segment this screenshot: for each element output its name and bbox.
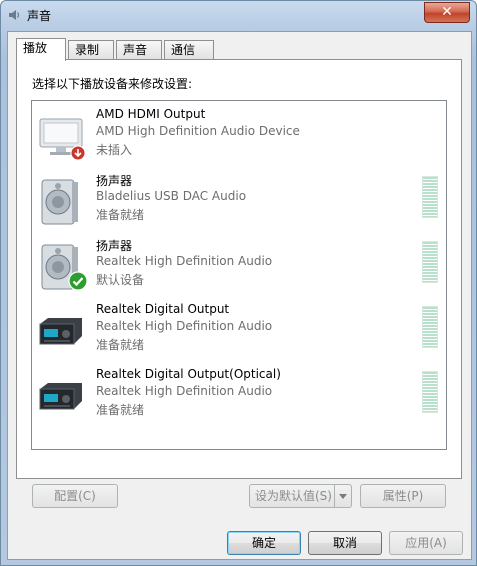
tab-playback[interactable]: 播放 bbox=[16, 38, 66, 61]
device-description: Realtek High Definition Audio bbox=[96, 319, 273, 333]
device-status: 准备就绪 bbox=[96, 208, 145, 222]
device-status: 默认设备 bbox=[96, 273, 145, 287]
chevron-down-icon bbox=[339, 494, 347, 499]
configure-button[interactable]: 配置(C) bbox=[32, 484, 118, 508]
set-default-button[interactable]: 设为默认值(S) bbox=[249, 484, 352, 508]
volume-meter bbox=[422, 241, 438, 283]
receiver-icon bbox=[39, 318, 82, 345]
device-description: AMD High Definition Audio Device bbox=[96, 124, 300, 138]
device-name: AMD HDMI Output bbox=[96, 107, 206, 121]
device-item[interactable]: AMD HDMI Output AMD High Definition Audi… bbox=[32, 103, 446, 165]
device-description: Realtek High Definition Audio bbox=[96, 254, 273, 268]
apply-button[interactable]: 应用(A) bbox=[389, 531, 463, 555]
playback-panel: 选择以下播放设备来修改设置: AMD HDMI Output AMD High … bbox=[16, 59, 462, 479]
tab-communications[interactable]: 通信 bbox=[164, 40, 214, 59]
volume-meter bbox=[422, 306, 438, 348]
device-name: Realtek Digital Output bbox=[96, 302, 230, 316]
device-name: 扬声器 bbox=[96, 174, 133, 188]
device-item[interactable]: Realtek Digital Output Realtek High Defi… bbox=[32, 298, 446, 360]
device-item[interactable]: 扬声器 Bladelius USB DAC Audio 准备就绪 bbox=[32, 168, 446, 230]
tab-sounds[interactable]: 声音 bbox=[116, 40, 162, 59]
close-button[interactable]: ✕ bbox=[424, 2, 470, 23]
default-check-icon bbox=[68, 271, 88, 291]
device-item[interactable]: Realtek Digital Output(Optical) Realtek … bbox=[32, 363, 446, 425]
device-list[interactable]: AMD HDMI Output AMD High Definition Audi… bbox=[31, 100, 447, 450]
cancel-button[interactable]: 取消 bbox=[308, 531, 382, 555]
receiver-icon bbox=[39, 383, 82, 410]
volume-meter bbox=[422, 371, 438, 413]
set-default-dropdown[interactable] bbox=[334, 485, 351, 507]
device-description: Realtek High Definition Audio bbox=[96, 384, 273, 398]
title-bar[interactable]: 声音 ✕ bbox=[1, 1, 476, 29]
device-description: Bladelius USB DAC Audio bbox=[96, 189, 247, 203]
device-name: Realtek Digital Output(Optical) bbox=[96, 367, 281, 381]
volume-meter bbox=[422, 176, 438, 218]
ok-button[interactable]: 确定 bbox=[227, 531, 301, 555]
tab-recording[interactable]: 录制 bbox=[68, 40, 114, 59]
device-status: 准备就绪 bbox=[96, 403, 145, 417]
unplugged-arrow-icon bbox=[70, 145, 86, 161]
speaker-icon bbox=[9, 10, 20, 20]
close-icon: ✕ bbox=[441, 4, 453, 20]
dialog-body: 播放 录制 声音 通信 选择以下播放设备来修改设置: AMD HDMI Outp… bbox=[7, 31, 472, 560]
set-default-label: 设为默认值(S) bbox=[255, 489, 332, 503]
properties-button[interactable]: 属性(P) bbox=[360, 484, 446, 508]
device-status: 未插入 bbox=[96, 143, 133, 157]
window-title: 声音 bbox=[27, 9, 52, 23]
device-status: 准备就绪 bbox=[96, 338, 145, 352]
device-item[interactable]: 扬声器 Realtek High Definition Audio 默认设备 bbox=[32, 233, 446, 295]
sound-dialog: 声音 ✕ 播放 录制 声音 通信 选择以下播放设备来修改设置: AMD HDMI… bbox=[0, 0, 477, 566]
device-name: 扬声器 bbox=[96, 239, 133, 253]
instruction-text: 选择以下播放设备来修改设置: bbox=[32, 77, 193, 91]
speaker-icon bbox=[41, 179, 78, 225]
